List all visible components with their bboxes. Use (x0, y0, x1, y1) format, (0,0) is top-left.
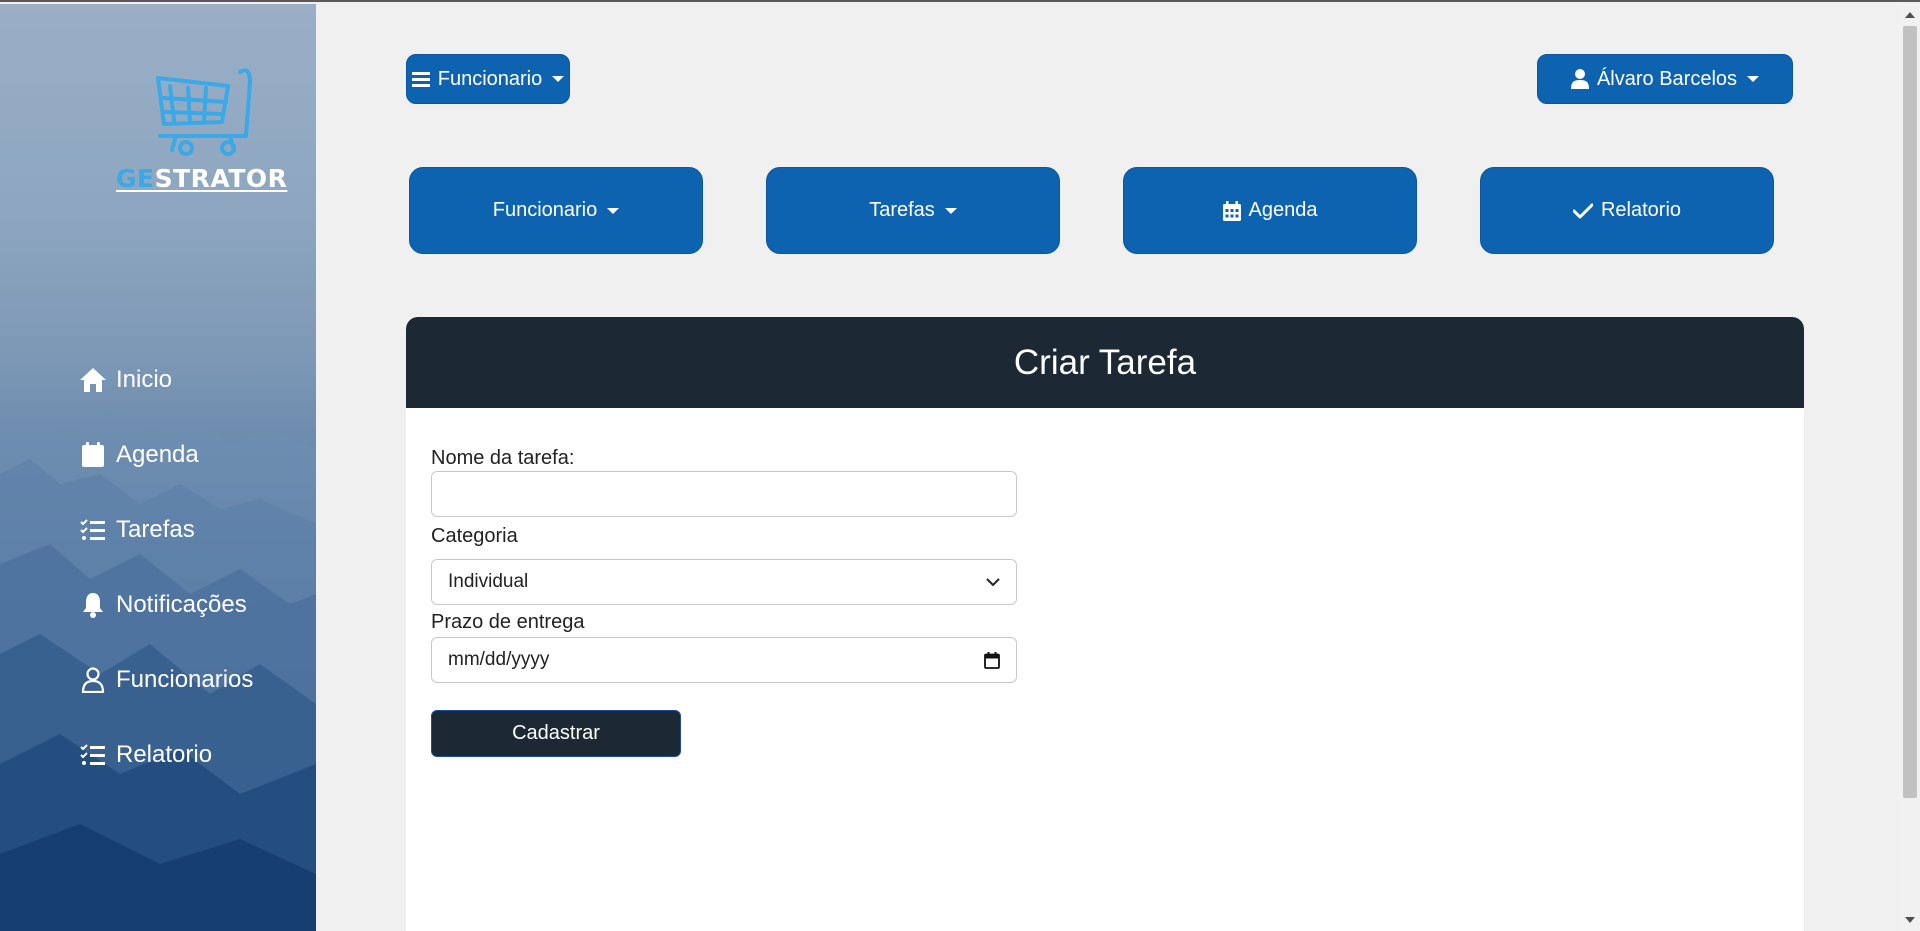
check-icon (1572, 203, 1593, 219)
deadline-label: Prazo de entrega (431, 611, 585, 633)
menu-dropdown-button[interactable]: Funcionario (406, 54, 570, 104)
menu-dropdown-label: Funcionario (437, 67, 543, 90)
sidebar-item-label: Funcionarios (116, 665, 254, 693)
home-icon (78, 365, 108, 395)
cadastrar-button[interactable]: Cadastrar (431, 710, 681, 757)
sidebar-item-label: Notificações (116, 590, 247, 618)
sidebar-item-inicio[interactable]: Inicio (78, 342, 253, 417)
page: GESTRATOR Inicio Agenda Tarefas Notifica… (0, 0, 1920, 931)
category-selected-value: Individual (448, 571, 529, 592)
tarefas-dropdown-button[interactable]: Tarefas (766, 167, 1060, 254)
hamburger-icon (411, 71, 430, 87)
tarefas-button-label: Tarefas (869, 199, 935, 221)
vertical-scrollbar[interactable] (1898, 4, 1920, 931)
sidebar-item-label: Agenda (116, 440, 199, 468)
relatorio-button-label: Relatorio (1600, 199, 1682, 221)
chevron-down-icon (986, 577, 1000, 587)
user-dropdown-button[interactable]: Álvaro Barcelos (1537, 54, 1793, 104)
caret-down-icon (607, 207, 620, 214)
relatorio-button[interactable]: Relatorio (1480, 167, 1774, 254)
create-task-form: Nome da tarefa: Categoria Individual Pra… (431, 445, 1019, 683)
logo-wordmark: GESTRATOR (116, 164, 287, 193)
sidebar-item-notificacoes[interactable]: Notificações (78, 567, 253, 642)
scrollbar-thumb[interactable] (1903, 26, 1917, 798)
agenda-button[interactable]: Agenda (1123, 167, 1417, 254)
scroll-down-arrow-icon[interactable] (1905, 917, 1915, 923)
sidebar-item-relatorio[interactable]: Relatorio (78, 717, 253, 792)
calendar-icon (1222, 200, 1241, 221)
logo-prefix: GE (116, 164, 155, 193)
deadline-date-input[interactable]: mm/dd/yyyy (431, 637, 1017, 683)
sidebar-item-label: Inicio (116, 365, 173, 393)
user-icon (78, 665, 108, 695)
deadline-placeholder: mm/dd/yyyy (448, 649, 550, 670)
calendar-icon (78, 440, 108, 470)
user-icon (1570, 69, 1589, 89)
category-label: Categoria (431, 525, 518, 547)
cadastrar-button-label: Cadastrar (512, 722, 600, 744)
agenda-button-label: Agenda (1248, 199, 1318, 221)
sidebar-nav: Inicio Agenda Tarefas Notificações Funci… (78, 342, 253, 792)
calendar-picker-icon[interactable] (984, 651, 1000, 669)
list-check-icon (78, 515, 108, 545)
scroll-up-arrow-icon[interactable] (1905, 12, 1915, 18)
funcionario-button-label: Funcionario (492, 199, 598, 221)
caret-down-icon (944, 207, 957, 214)
card-title: Criar Tarefa (1013, 342, 1197, 382)
logo-suffix: STRATOR (154, 164, 288, 193)
sidebar-item-funcionarios[interactable]: Funcionarios (78, 642, 253, 717)
sidebar-item-label: Relatorio (116, 740, 213, 768)
card-header: Criar Tarefa (406, 317, 1804, 408)
caret-down-icon (1747, 76, 1760, 82)
funcionario-dropdown-button[interactable]: Funcionario (409, 167, 703, 254)
user-name: Álvaro Barcelos (1596, 67, 1738, 90)
task-name-label: Nome da tarefa: (431, 447, 575, 469)
create-task-card: Criar Tarefa Nome da tarefa: Categoria I… (406, 317, 1804, 931)
bell-icon (78, 590, 108, 620)
category-select[interactable]: Individual (431, 559, 1017, 605)
sidebar-item-label: Tarefas (116, 515, 195, 543)
sidebar-item-tarefas[interactable]: Tarefas (78, 492, 253, 567)
list-check-icon (78, 740, 108, 770)
sidebar: GESTRATOR Inicio Agenda Tarefas Notifica… (0, 4, 316, 931)
task-name-input[interactable] (431, 471, 1017, 517)
sidebar-item-agenda[interactable]: Agenda (78, 417, 253, 492)
caret-down-icon (552, 76, 565, 82)
